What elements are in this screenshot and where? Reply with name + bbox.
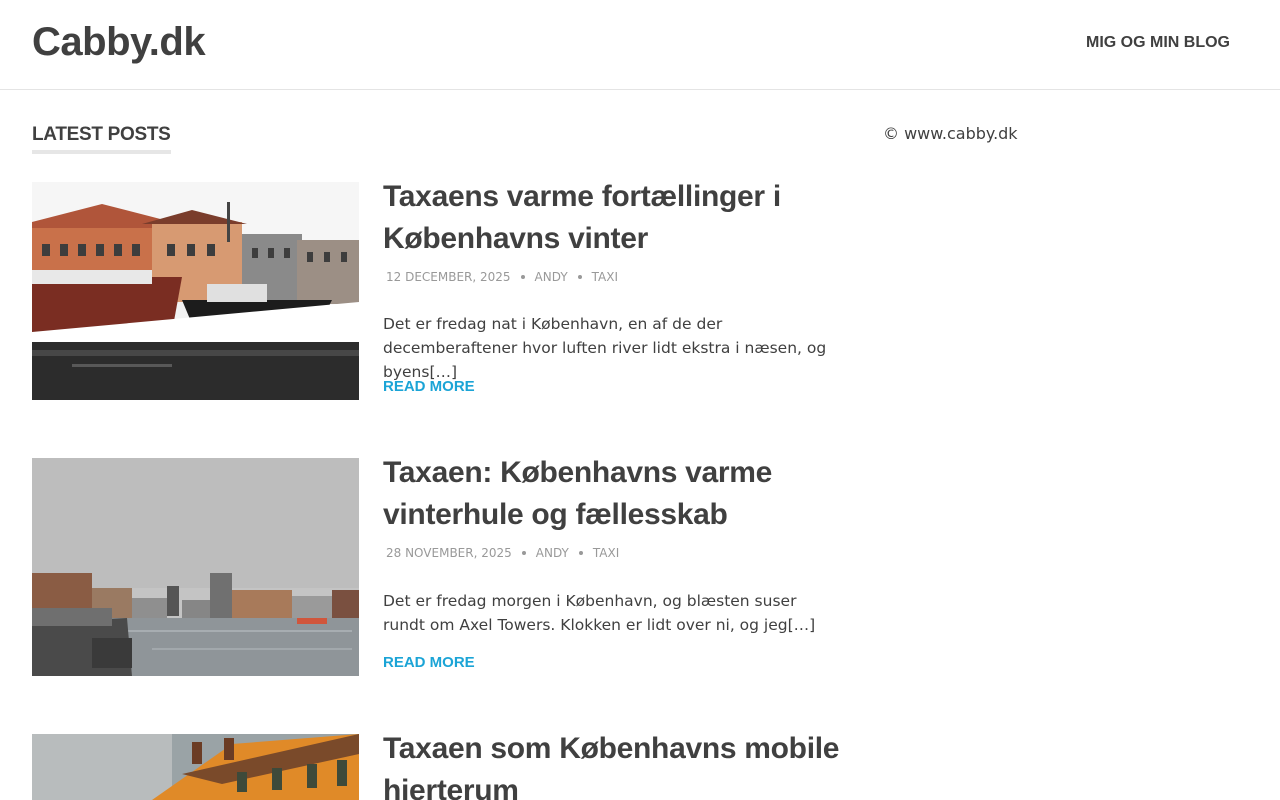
post-card: Taxaen: Københavns varme vinterhule og f… [32,456,852,688]
post-meta: 12 DECEMBER, 2025 ANDY TAXI [386,270,618,284]
post-category-link[interactable]: TAXI [592,270,618,284]
meta-separator [578,550,583,555]
post-thumbnail-link[interactable] [32,182,359,400]
post-author-link[interactable]: ANDY [535,270,568,284]
post-excerpt: Det er fredag morgen i København, og blæ… [383,592,816,634]
post-meta: 28 NOVEMBER, 2025 ANDY TAXI [386,546,619,560]
meta-separator [520,274,525,279]
read-more-link[interactable]: READ MORE [383,654,475,671]
post-title-link[interactable]: Taxaen som Københavns mobile hjerterum [383,728,853,800]
post-card: Taxaens varme fortællinger i Københavns … [32,180,852,412]
section-title-latest-posts: LATEST POSTS [32,124,171,154]
post-category-link[interactable]: TAXI [593,546,619,560]
post-excerpt: Det er fredag nat i København, en af de … [383,315,827,381]
sidebar-copyright: © www.cabby.dk [883,124,1018,143]
post-thumbnail-city-waterfront [32,458,359,676]
post-thumbnail-orange-buildings [32,734,359,800]
post-date-link[interactable]: 12 DECEMBER, 2025 [386,270,511,284]
meta-separator [521,550,526,555]
read-more-link[interactable]: READ MORE [383,378,475,395]
post-card: Taxaen som Københavns mobile hjerterum [32,732,852,800]
post-thumbnail-winter-harbor [32,182,359,400]
post-date-link[interactable]: 28 NOVEMBER, 2025 [386,546,512,560]
site-title-link[interactable]: Cabby.dk [32,20,206,65]
post-thumbnail-link[interactable] [32,734,359,800]
nav-item-mig-og-min-blog[interactable]: MIG OG MIN BLOG [1086,34,1230,52]
meta-separator [577,274,582,279]
post-thumbnail-link[interactable] [32,458,359,676]
post-title-link[interactable]: Taxaens varme fortællinger i Københavns … [383,176,853,260]
site-header: Cabby.dk MIG OG MIN BLOG [0,0,1280,90]
post-title-link[interactable]: Taxaen: Københavns varme vinterhule og f… [383,452,853,536]
post-author-link[interactable]: ANDY [536,546,569,560]
